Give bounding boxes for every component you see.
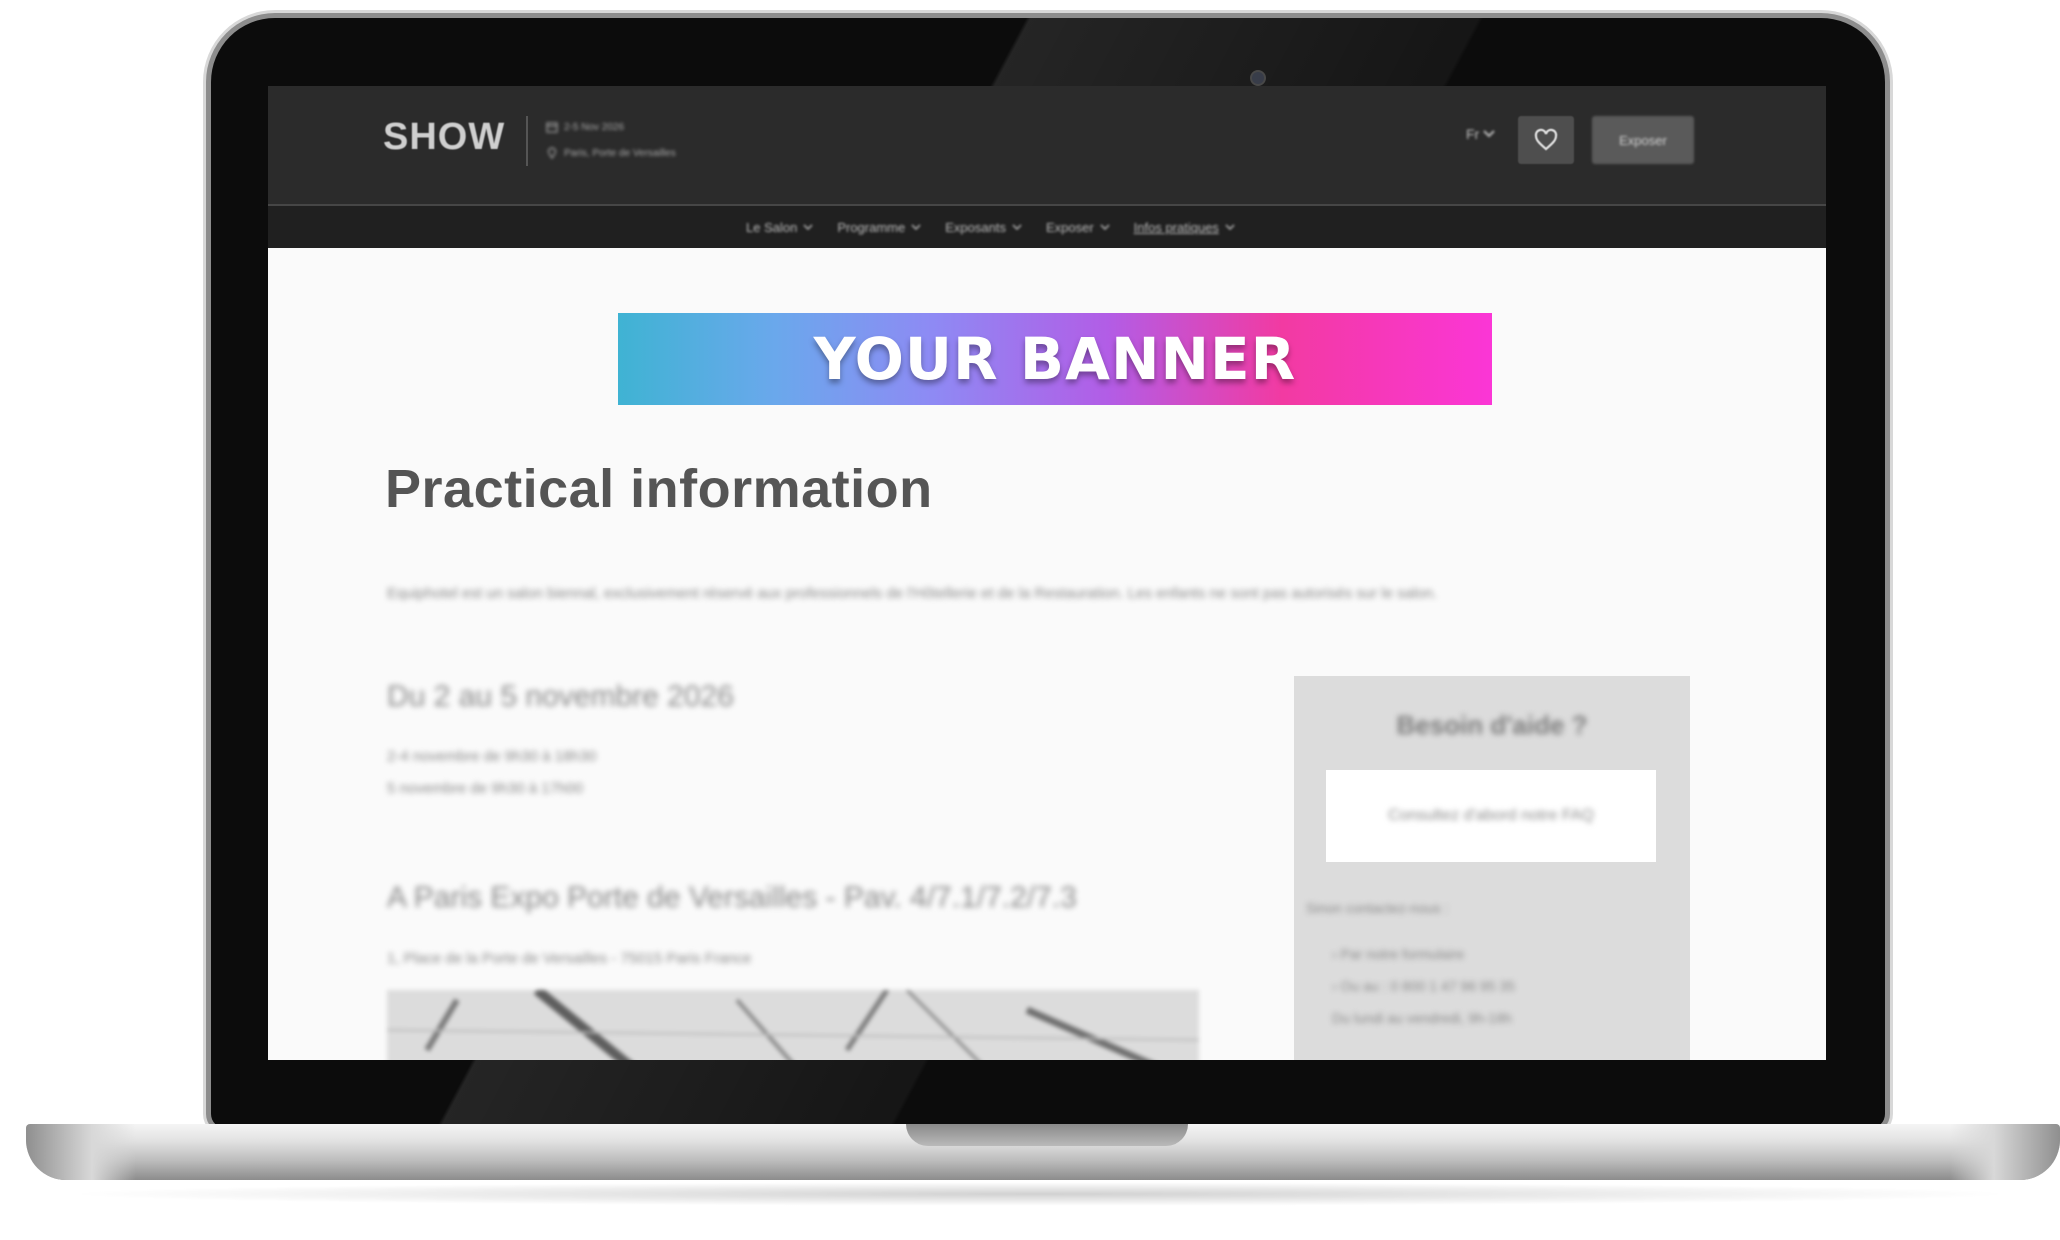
- site-logo[interactable]: SHOW: [383, 116, 505, 159]
- heart-icon: [1534, 128, 1558, 151]
- calendar-icon: [546, 122, 558, 133]
- opening-hours-line: 5 novembre de 9h30 à 17h00: [387, 780, 583, 797]
- laptop-shadow: [60, 1182, 2020, 1206]
- dates-heading: Du 2 au 5 novembre 2026: [387, 680, 734, 713]
- map-roads: [386, 986, 1200, 1060]
- contact-hours: Du lundi au vendredi, 9h-18h: [1332, 1010, 1512, 1026]
- chevron-down-icon: [1100, 223, 1110, 230]
- venue-heading: A Paris Expo Porte de Versailles - Pav. …: [387, 881, 1077, 914]
- location-pin-icon: [547, 147, 557, 159]
- faq-box[interactable]: Consultez d'abord notre FAQ: [1326, 770, 1656, 862]
- contact-form-link[interactable]: › Par notre formulaire: [1332, 946, 1464, 962]
- intro-paragraph: Equiphotel est un salon biennal, exclusi…: [387, 585, 1438, 602]
- nav-item-label: Infos pratiques: [1133, 219, 1219, 235]
- nav-item-label: Exposer: [1045, 219, 1094, 235]
- venue-map[interactable]: [386, 986, 1200, 1060]
- favorites-button[interactable]: [1518, 116, 1574, 164]
- laptop-opening-notch: [906, 1124, 1188, 1146]
- banner-text: YOUR BANNER: [813, 325, 1297, 393]
- chevron-down-icon: [1225, 223, 1235, 230]
- chevron-down-icon: [1483, 130, 1495, 138]
- webcam-icon: [1252, 72, 1264, 84]
- laptop-base-right-edge: [1950, 1124, 2060, 1180]
- nav-item-label: Exposants: [945, 219, 1006, 235]
- help-title: Besoin d'aide ?: [1396, 710, 1588, 740]
- chevron-down-icon: [1012, 223, 1022, 230]
- nav-item-programme[interactable]: Programme: [837, 220, 921, 235]
- chevron-down-icon: [803, 223, 813, 230]
- main-navigation: Le Salon Programme Exposants Exposer Inf…: [268, 206, 1826, 248]
- venue-address: 1, Place de la Porte de Versailles - 750…: [387, 950, 752, 967]
- chevron-down-icon: [911, 223, 921, 230]
- page-title: Practical information: [385, 459, 933, 519]
- nav-item-exposer[interactable]: Exposer: [1046, 220, 1110, 235]
- laptop-base-left-edge: [26, 1124, 136, 1180]
- event-dates-row: 2-5 Nov 2026: [546, 114, 676, 140]
- event-dates: 2-5 Nov 2026: [564, 121, 625, 133]
- event-location-row: Paris, Porte de Versailles: [546, 140, 676, 166]
- nav-item-exposants[interactable]: Exposants: [945, 220, 1022, 235]
- opening-hours-line: 2-4 novembre de 9h30 à 18h30: [387, 748, 597, 765]
- promo-banner[interactable]: YOUR BANNER: [618, 313, 1492, 405]
- event-location: Paris, Porte de Versailles: [564, 147, 676, 159]
- laptop-base: [26, 1124, 2060, 1180]
- main-navigation-items: Le Salon Programme Exposants Exposer Inf…: [746, 206, 1235, 248]
- logo-separator: [526, 116, 528, 166]
- help-panel: Besoin d'aide ? Consultez d'abord notre …: [1294, 676, 1690, 1060]
- nav-item-label: Programme: [837, 219, 906, 235]
- site-header: SHOW 2-5 Nov 2026 Paris, Porte de Versai…: [268, 86, 1826, 206]
- language-label: Fr: [1466, 126, 1480, 142]
- event-meta: 2-5 Nov 2026 Paris, Porte de Versailles: [546, 114, 676, 166]
- nav-item-le-salon[interactable]: Le Salon: [746, 220, 813, 235]
- exhibit-button[interactable]: Exposer: [1592, 116, 1694, 164]
- language-switcher[interactable]: Fr: [1466, 126, 1496, 142]
- contact-phone: › Ou au : 0 800 1 47 96 95 35: [1332, 978, 1515, 994]
- nav-item-infos-pratiques[interactable]: Infos pratiques: [1134, 220, 1235, 235]
- contact-label: Sinon contactez-nous :: [1306, 900, 1449, 916]
- faq-link-text: Consultez d'abord notre FAQ: [1388, 807, 1594, 824]
- nav-item-label: Le Salon: [746, 219, 798, 235]
- laptop-screen: SHOW 2-5 Nov 2026 Paris, Porte de Versai…: [268, 86, 1826, 1060]
